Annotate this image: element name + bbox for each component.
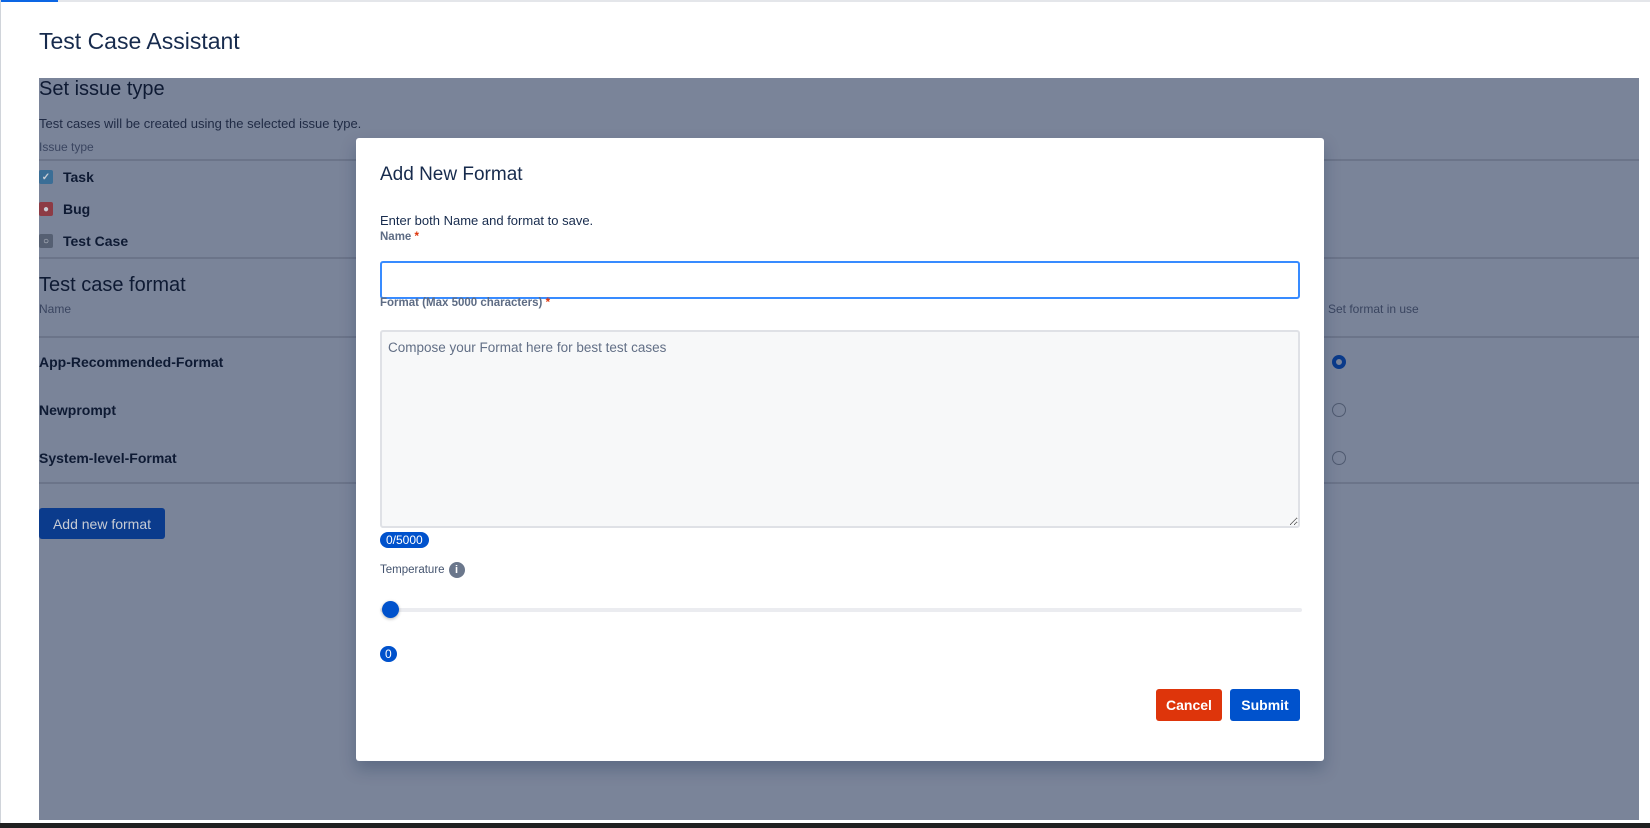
format-heading: Test case format <box>39 274 186 296</box>
issue-type-bug[interactable]: ● Bug <box>39 201 90 217</box>
taskbar-edge <box>0 823 1650 828</box>
temperature-slider-thumb[interactable] <box>382 601 399 618</box>
issue-type-column: Issue type <box>39 140 94 154</box>
format-row-name: App-Recommended-Format <box>39 354 224 370</box>
name-column-header: Name <box>39 302 72 316</box>
temperature-label-text: Temperature <box>380 564 445 577</box>
issue-type-test-case[interactable]: ○ Test Case <box>39 233 128 249</box>
issue-type-label: Test Case <box>63 233 129 249</box>
required-mark: * <box>414 231 420 243</box>
task-icon: ✓ <box>39 170 53 184</box>
info-icon[interactable]: i <box>448 562 465 578</box>
left-border <box>0 0 1 828</box>
format-row-name: System-level-Format <box>39 450 177 466</box>
temperature-value-badge: 0 <box>380 646 397 662</box>
loading-indicator <box>0 0 58 2</box>
top-border <box>0 0 1650 2</box>
add-new-format-button[interactable]: Add new format <box>39 508 165 539</box>
format-row-name: Newprompt <box>39 402 116 418</box>
dialog-title: Add New Format <box>380 164 523 185</box>
cancel-button[interactable]: Cancel <box>1156 689 1222 721</box>
in-use-column-header: Set format in use <box>1328 302 1419 316</box>
format-textarea[interactable] <box>380 330 1300 528</box>
name-input[interactable] <box>380 261 1300 299</box>
issue-type-label: Bug <box>63 201 91 217</box>
issue-type-heading: Set issue type <box>39 78 165 100</box>
format-in-use-radio[interactable] <box>1332 451 1346 465</box>
submit-button[interactable]: Submit <box>1230 689 1300 721</box>
format-label: Format (Max 5000 characters) * <box>380 297 550 309</box>
format-label-text: Format (Max 5000 characters) <box>380 297 543 309</box>
dialog-description: Enter both Name and format to save. <box>380 213 594 228</box>
bug-icon: ● <box>39 202 53 216</box>
add-format-dialog: Add New Format Enter both Name and forma… <box>356 138 1324 761</box>
issue-type-label: Task <box>63 169 94 185</box>
test-case-icon: ○ <box>39 234 53 248</box>
temperature-slider-track[interactable] <box>380 608 1302 612</box>
format-in-use-radio[interactable] <box>1332 355 1346 369</box>
format-in-use-radio[interactable] <box>1332 403 1346 417</box>
name-label: Name * <box>380 231 419 243</box>
issue-type-description: Test cases will be created using the sel… <box>39 116 362 131</box>
page-title: Test Case Assistant <box>39 28 240 54</box>
required-mark: * <box>545 297 551 309</box>
issue-type-task[interactable]: ✓ Task <box>39 169 94 185</box>
temperature-label: Temperature i <box>380 562 465 578</box>
name-label-text: Name <box>380 231 412 243</box>
char-count-badge: 0/5000 <box>380 532 429 548</box>
